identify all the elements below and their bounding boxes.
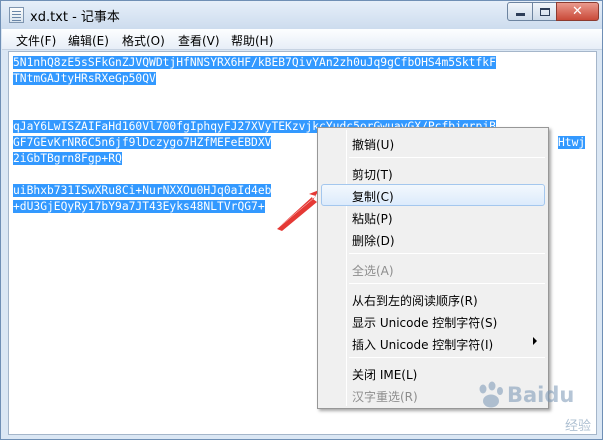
- notepad-window: xd.txt - 记事本 ✕ 文件(F) 编辑(E) 格式(O) 查看(V) 帮…: [0, 0, 603, 440]
- cm-paste-label: 粘贴(P): [352, 212, 393, 226]
- arrow-shape: [279, 190, 319, 227]
- cm-insert-unicode-label: 插入 Unicode 控制字符(I): [352, 338, 494, 352]
- menu-separator: [349, 283, 545, 284]
- baidu-watermark: Baidu 经验: [471, 371, 601, 437]
- cm-show-unicode[interactable]: 显示 Unicode 控制字符(S): [321, 310, 545, 332]
- cm-insert-unicode[interactable]: 插入 Unicode 控制字符(I): [321, 332, 545, 354]
- cm-show-unicode-label: 显示 Unicode 控制字符(S): [352, 316, 498, 330]
- cm-delete-label: 删除(D): [352, 234, 395, 248]
- menu-separator: [349, 357, 545, 358]
- menu-separator: [349, 157, 545, 158]
- cm-reconversion-label: 汉字重选(R): [352, 390, 418, 404]
- cm-select-all[interactable]: 全选(A): [321, 258, 545, 280]
- menu-separator: [349, 253, 545, 254]
- cm-paste[interactable]: 粘贴(P): [321, 206, 545, 228]
- arrow-shaft: [277, 199, 317, 231]
- cm-rtl-label: 从右到左的阅读顺序(R): [352, 294, 478, 308]
- cm-select-all-label: 全选(A): [352, 264, 394, 278]
- cm-rtl-reading[interactable]: 从右到左的阅读顺序(R): [321, 288, 545, 310]
- context-menu: 撤销(U) 剪切(T) 复制(C) 粘贴(P) 删除(D) 全选(A) 从右到左…: [317, 127, 549, 409]
- watermark-sub: 经验: [565, 419, 592, 434]
- cm-delete[interactable]: 删除(D): [321, 228, 545, 250]
- submenu-arrow-icon: [533, 337, 537, 345]
- cm-undo-label: 撤销(U): [352, 138, 395, 152]
- cm-cut[interactable]: 剪切(T): [321, 162, 545, 184]
- watermark-text: Baidu: [507, 383, 575, 407]
- cm-close-ime-label: 关闭 IME(L): [352, 368, 418, 382]
- cm-cut-label: 剪切(T): [352, 168, 393, 182]
- cm-undo[interactable]: 撤销(U): [321, 132, 545, 154]
- paw-logo-icon: [479, 381, 503, 408]
- cm-copy-label: 复制(C): [352, 190, 394, 204]
- cm-copy[interactable]: 复制(C): [321, 184, 545, 206]
